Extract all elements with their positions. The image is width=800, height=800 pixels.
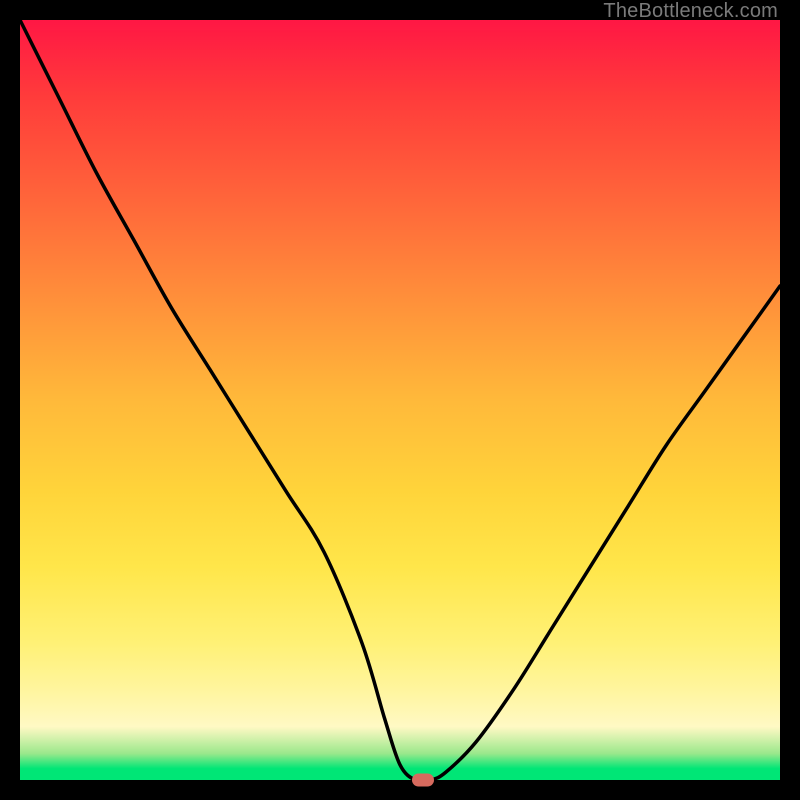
- optimal-point-marker: [412, 774, 434, 787]
- chart-frame: TheBottleneck.com: [0, 0, 800, 800]
- chart-plot-area: [20, 20, 780, 780]
- curve-path: [20, 20, 780, 781]
- bottleneck-curve: [20, 20, 780, 780]
- watermark-text: TheBottleneck.com: [603, 0, 778, 23]
